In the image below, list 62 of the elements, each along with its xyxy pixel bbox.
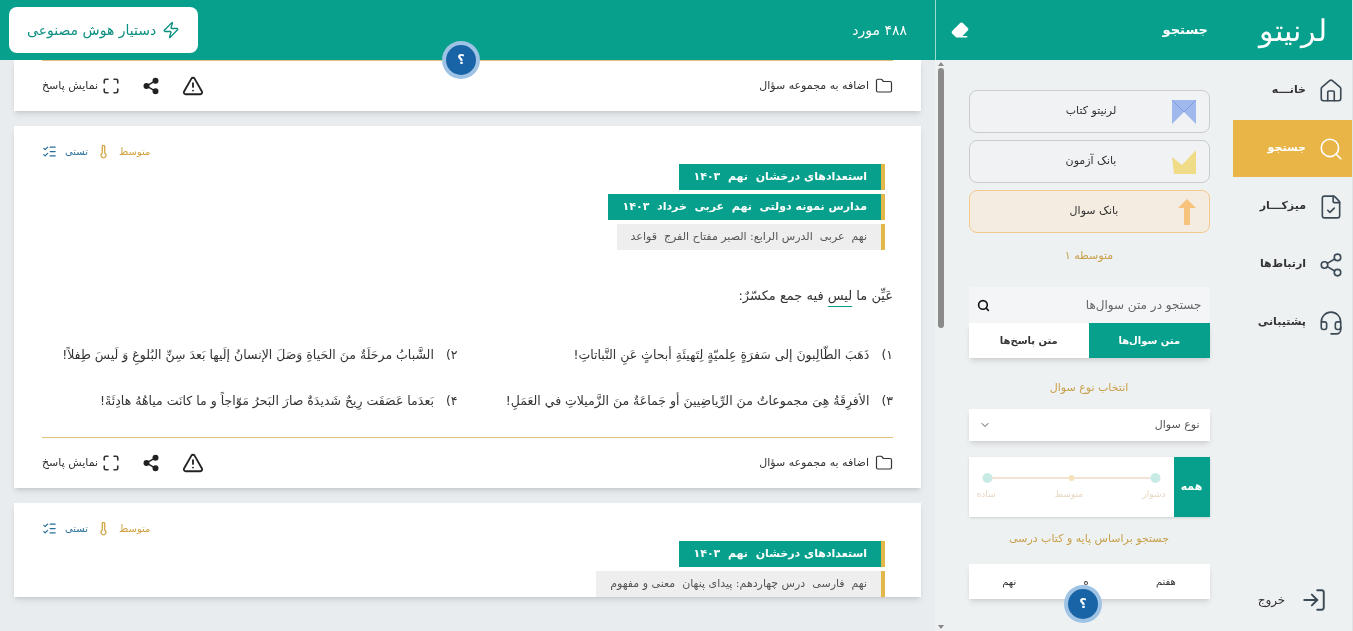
grade-tab[interactable]: ه [1075, 573, 1097, 589]
expand-icon [102, 77, 121, 95]
answer-option[interactable]: ۴) بَعدَما عَصَفَت رِیحٌ شَدیدَةٌ صارَ البَحرُ مَوّاجاً و ما کانَت میاهُهُ هادِئَةً! [42, 392, 458, 411]
answer-option[interactable]: ۳) الأفرِقَةُ هِیَ مجموعاتٌ منَ الرِّیاضِیینَ أو جَماعَةٌ منَ الزَّمیلاتِ في العَمَلِ! [477, 392, 893, 411]
source-tag: استعدادهای درخشان نهم ۱۴۰۳ [679, 541, 885, 567]
source-button[interactable]: بانک آزمون [968, 140, 1210, 183]
nav-item[interactable]: ارتباط‌ها [1233, 236, 1352, 293]
level-label: متوسطه ۱ [1064, 248, 1114, 264]
add-to-collection-button[interactable]: اضافه به مجموعه سؤال [759, 77, 893, 95]
list-icon [42, 521, 57, 536]
type-select[interactable]: نوع سوال [968, 409, 1210, 441]
warning-icon[interactable] [182, 452, 205, 474]
source-tag: مدارس نمونه دولتی نهم عربی خرداد ۱۴۰۳ [608, 194, 885, 220]
difficulty-label: متوسط [1054, 488, 1084, 502]
source-tag: استعدادهای درخشان نهم ۱۴۰۳ [679, 164, 885, 190]
question-text: عَیِّن ما لیس فیه جمع مکسّرٌ: [737, 286, 893, 306]
share-icon[interactable] [142, 454, 161, 472]
support-icon [1318, 309, 1344, 336]
folder-icon [875, 454, 893, 472]
folder-icon [875, 77, 893, 95]
logout-button[interactable]: خروج [1233, 575, 1352, 625]
help-button[interactable]: ؟ [1068, 589, 1098, 619]
nav-item[interactable]: پشتیبانی [1233, 294, 1352, 351]
question-type-text: تستی [65, 145, 89, 159]
arrow-logo-icon [1176, 197, 1197, 226]
panel-title: جستجو [1162, 21, 1208, 40]
difficulty-label: ساده [976, 488, 996, 502]
show-answer-button[interactable]: نمایش پاسخ [42, 454, 121, 472]
show-answer-button[interactable]: نمایش پاسخ [42, 77, 121, 95]
source-button[interactable]: لرنیتو کتاب [968, 90, 1210, 133]
lightning-icon [162, 21, 181, 39]
search-icon[interactable] [976, 298, 990, 312]
home-icon [1318, 77, 1344, 104]
share-icon[interactable] [142, 77, 161, 95]
source-button[interactable]: بانک سوال [968, 190, 1210, 233]
difficulty-text: متوسط [119, 145, 151, 159]
logout-icon [1301, 587, 1328, 613]
question-type-text: تستی [65, 522, 89, 536]
nav-item[interactable]: خانـــه [1233, 62, 1352, 119]
help-button[interactable]: ؟ [446, 45, 476, 75]
add-to-collection-button[interactable]: اضافه به مجموعه سؤال [759, 454, 893, 472]
grade-tab[interactable]: هفتم [1147, 573, 1184, 589]
scope-tab[interactable]: متن پاسخ‌ها [968, 322, 1089, 358]
expand-icon [102, 454, 121, 472]
warning-icon[interactable] [182, 75, 205, 97]
search-field[interactable]: جستجو در متن سوال‌ها [968, 286, 1210, 323]
section-label: جستجو براساس پایه و کتاب درسی [1009, 531, 1169, 547]
result-count: ۴۸۸ مورد [852, 20, 907, 41]
topic-tag: نهم فارسی درس چهاردهم: پیدای پنهان معنی و مفهوم [596, 571, 885, 597]
ai-assistant-button[interactable]: دستیار هوش مصنوعی [9, 7, 199, 53]
eraser-icon[interactable] [951, 21, 969, 39]
nav-item[interactable]: میزکـــار [1233, 178, 1352, 235]
logo-text: لرنیتو [1258, 11, 1327, 51]
answer-option[interactable]: ۱) ذَهَبَ الطّالِبونَ إلی سَفرَةٍ عِلمیّةٍ لِتَهیئَةِ أبحاثٍ عَنِ النَّباتاتِ! [477, 345, 893, 365]
topic-tag: نهم عربی الدرس الرابع: الصبر مفتاح الفرج قواعد [616, 224, 885, 250]
list-icon [42, 144, 57, 159]
difficulty-text: متوسط [119, 522, 151, 536]
links-icon [1318, 251, 1344, 278]
answer-option[interactable]: ۲) الشَّبابُ مرحَلَةٌ منَ الحَیاةِ وَصَلَ الإنسانُ إلَیها بَعدَ سِنِّ البُلوغِ وَ لَیسَ طِفلاً! [42, 345, 458, 365]
section-label: انتخاب نوع سوال [1049, 379, 1129, 396]
grade-tab[interactable]: نهم [994, 573, 1025, 589]
difficulty-label: دشوار [1142, 488, 1166, 502]
